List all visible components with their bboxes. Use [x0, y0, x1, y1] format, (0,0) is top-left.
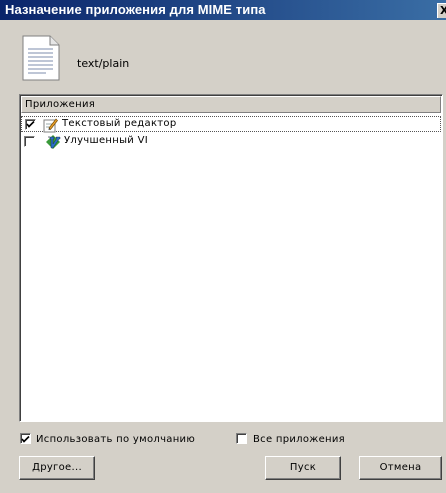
checkmark-icon — [21, 435, 30, 443]
list-item-vim[interactable]: Улучшенный VI — [21, 135, 441, 151]
all-apps-checkbox[interactable] — [236, 433, 247, 444]
window-title: Назначение приложения для MIME типа — [5, 2, 266, 17]
applications-column-header[interactable]: Приложения — [21, 96, 441, 113]
vim-label: Улучшенный VI — [64, 135, 148, 146]
text-editor-checkbox[interactable] — [25, 119, 36, 130]
applications-header-label: Приложения — [25, 99, 96, 110]
vim-checkbox[interactable] — [24, 136, 35, 147]
applications-list[interactable]: Приложения Текстовый редактор Улучшенный… — [19, 94, 443, 422]
cancel-button[interactable]: Отмена — [359, 456, 442, 480]
text-file-icon — [22, 35, 60, 81]
close-button[interactable]: X — [437, 3, 446, 18]
run-button[interactable]: Пуск — [265, 456, 341, 480]
list-item-text-editor[interactable]: Текстовый редактор — [21, 116, 441, 133]
all-apps-label: Все приложения — [253, 434, 345, 445]
text-editor-label: Текстовый редактор — [62, 118, 177, 129]
use-default-checkbox[interactable] — [20, 433, 31, 444]
other-button[interactable]: Другое... — [19, 456, 95, 480]
vim-icon — [45, 134, 61, 150]
text-editor-icon — [42, 117, 58, 133]
checkmark-icon — [26, 120, 35, 128]
mime-type-label: text/plain — [77, 57, 130, 70]
title-bar[interactable]: Назначение приложения для MIME типа X — [0, 0, 446, 20]
use-default-label: Использовать по умолчанию — [36, 434, 196, 445]
